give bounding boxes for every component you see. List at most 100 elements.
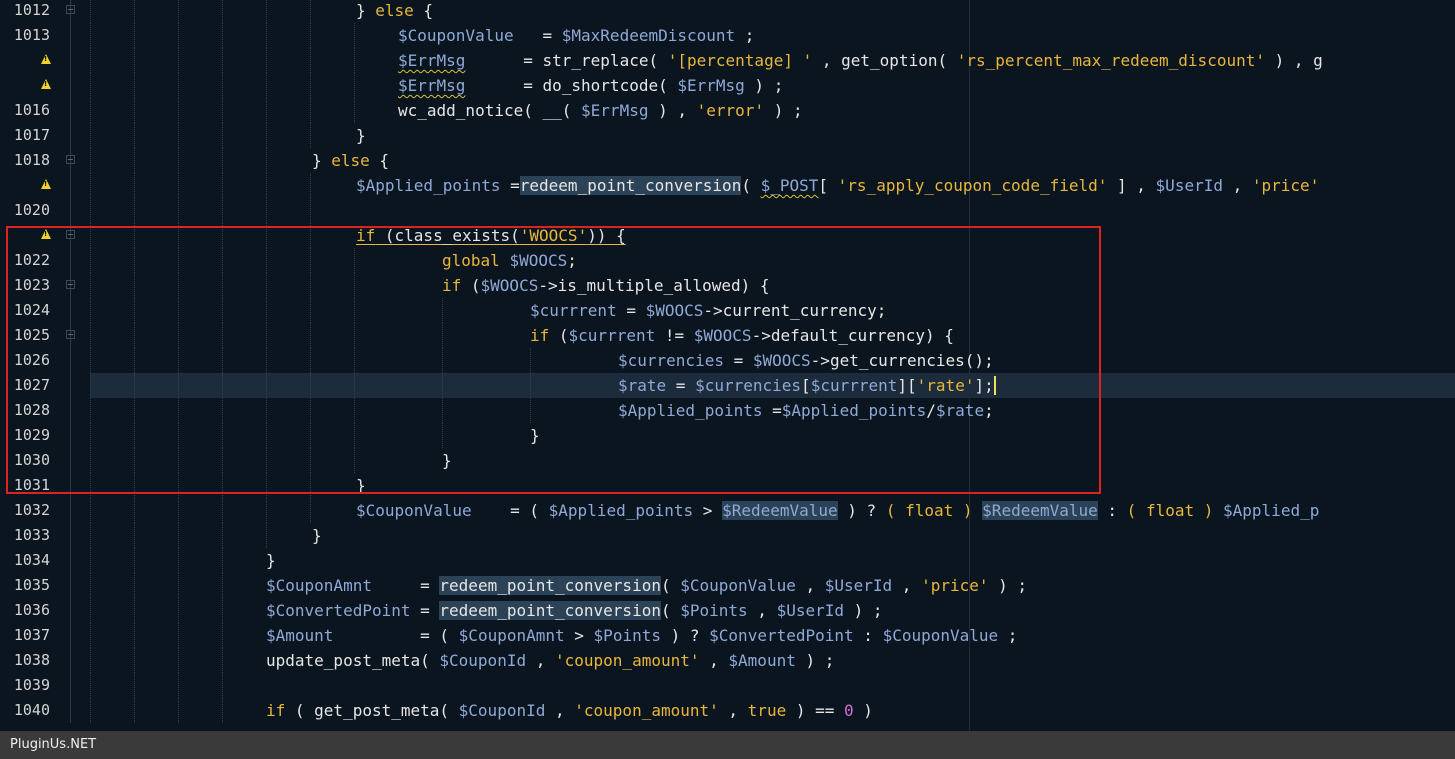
line-number[interactable]: 1024: [0, 298, 50, 323]
line-number[interactable]: 1022: [0, 248, 50, 273]
line-number[interactable]: 1028: [0, 398, 50, 423]
code-text[interactable]: $Applied_points =redeem_point_conversion…: [356, 173, 1319, 198]
fold-guide-line: [70, 348, 71, 373]
warning-icon[interactable]: [41, 79, 51, 89]
code-line[interactable]: 1024 $currrent = $WOOCS->current_currency…: [0, 298, 1455, 323]
code-editor[interactable]: 1012 } else { 1013 $CouponValue = $MaxRedee…: [0, 0, 1455, 731]
line-number[interactable]: 1038: [0, 648, 50, 673]
line-number[interactable]: 1037: [0, 623, 50, 648]
code-token: if: [530, 326, 550, 345]
code-text[interactable]: $ConvertedPoint = redeem_point_conversio…: [266, 598, 883, 623]
warning-icon[interactable]: [41, 229, 51, 239]
code-line[interactable]: 1020: [0, 198, 1455, 223]
indent-guide: [266, 123, 268, 148]
code-text[interactable]: }: [356, 123, 366, 148]
warning-icon[interactable]: [41, 179, 51, 189]
code-text[interactable]: }: [356, 473, 366, 498]
line-number[interactable]: 1031: [0, 473, 50, 498]
code-token: $ConvertedPoint: [709, 626, 854, 645]
code-line[interactable]: 1017}: [0, 123, 1455, 148]
indent-guide: [178, 198, 180, 223]
line-number[interactable]: 1036: [0, 598, 50, 623]
code-text[interactable]: $Amount = ( $CouponAmnt > $Points ) ? $C…: [266, 623, 1017, 648]
line-number[interactable]: 1026: [0, 348, 50, 373]
code-line[interactable]: 1038 update_post_meta( $CouponId , 'coupo…: [0, 648, 1455, 673]
indent-guide: [90, 598, 92, 623]
code-line[interactable]: 1022 global $WOOCS;: [0, 248, 1455, 273]
code-line[interactable]: 1030}: [0, 448, 1455, 473]
code-line[interactable]: if (class_exists('WOOCS')) {: [0, 223, 1455, 248]
code-text[interactable]: }: [312, 523, 322, 548]
line-number[interactable]: 1035: [0, 573, 50, 598]
fold-toggle-icon[interactable]: [66, 155, 75, 164]
code-line[interactable]: 1027 $rate = $currencies[$currrent]['rate…: [0, 373, 1455, 398]
line-number[interactable]: 1016: [0, 98, 50, 123]
code-line[interactable]: $ErrMsg = do_shortcode( $ErrMsg ) ;: [0, 73, 1455, 98]
code-text[interactable]: } else {: [312, 148, 389, 173]
code-text[interactable]: } else {: [356, 0, 433, 23]
code-text[interactable]: $CouponAmnt = redeem_point_conversion( $…: [266, 573, 1027, 598]
code-text[interactable]: global $WOOCS;: [442, 248, 577, 273]
code-text[interactable]: if ($WOOCS->is_multiple_allowed) {: [442, 273, 770, 298]
code-line[interactable]: 1033}: [0, 523, 1455, 548]
code-line[interactable]: 1016 wc_add_notice( __( $ErrMsg ) , 'erro…: [0, 98, 1455, 123]
code-line[interactable]: 1040 if ( get_post_meta( $CouponId , 'cou…: [0, 698, 1455, 723]
code-line[interactable]: 1028 $Applied_points =$Applied_points/$ra…: [0, 398, 1455, 423]
code-text[interactable]: $CouponValue = $MaxRedeemDiscount ;: [398, 23, 754, 48]
code-line[interactable]: 1018 } else {: [0, 148, 1455, 173]
code-text[interactable]: if (class_exists('WOOCS')) {: [356, 223, 626, 248]
fold-toggle-icon[interactable]: [66, 280, 75, 289]
code-line[interactable]: 1023 if ($WOOCS->is_multiple_allowed) {: [0, 273, 1455, 298]
line-number[interactable]: 1039: [0, 673, 50, 698]
code-line[interactable]: 1036 $ConvertedPoint = redeem_point_conve…: [0, 598, 1455, 623]
fold-toggle-icon[interactable]: [66, 5, 75, 14]
fold-toggle-icon[interactable]: [66, 230, 75, 239]
code-text[interactable]: }: [530, 423, 540, 448]
code-line[interactable]: 1032 $CouponValue = ( $Applied_points > $…: [0, 498, 1455, 523]
line-number[interactable]: 1027: [0, 373, 50, 398]
code-text[interactable]: if ( get_post_meta( $CouponId , 'coupon_…: [266, 698, 873, 723]
code-line[interactable]: 1012 } else {: [0, 0, 1455, 23]
line-number[interactable]: 1025: [0, 323, 50, 348]
line-number[interactable]: 1034: [0, 548, 50, 573]
line-number[interactable]: 1032: [0, 498, 50, 523]
line-number[interactable]: 1023: [0, 273, 50, 298]
code-text[interactable]: if ($currrent != $WOOCS->default_currenc…: [530, 323, 954, 348]
code-text[interactable]: $Applied_points =$Applied_points/$rate;: [618, 398, 994, 423]
code-text[interactable]: wc_add_notice( __( $ErrMsg ) , 'error' )…: [398, 98, 803, 123]
code-token: ,: [718, 701, 748, 720]
code-text[interactable]: update_post_meta( $CouponId , 'coupon_am…: [266, 648, 834, 673]
code-line[interactable]: 1026 $currencies = $WOOCS->get_currencies…: [0, 348, 1455, 373]
line-number[interactable]: 1012: [0, 0, 50, 23]
line-number[interactable]: 1029: [0, 423, 50, 448]
code-text[interactable]: $ErrMsg = str_replace( '[percentage] ' ,…: [398, 48, 1323, 73]
line-number[interactable]: 1018: [0, 148, 50, 173]
code-line[interactable]: 1025 if ($currrent != $WOOCS->default_cur…: [0, 323, 1455, 348]
code-text[interactable]: $rate = $currencies[$currrent]['rate'];: [618, 373, 996, 398]
line-number[interactable]: 1020: [0, 198, 50, 223]
indent-guide: [134, 548, 136, 573]
fold-toggle-icon[interactable]: [66, 330, 75, 339]
line-number[interactable]: 1033: [0, 523, 50, 548]
line-number[interactable]: 1030: [0, 448, 50, 473]
code-line[interactable]: 1013 $CouponValue = $MaxRedeemDiscount ;: [0, 23, 1455, 48]
code-line[interactable]: $Applied_points =redeem_point_conversion…: [0, 173, 1455, 198]
code-line[interactable]: $ErrMsg = str_replace( '[percentage] ' ,…: [0, 48, 1455, 73]
code-line[interactable]: 1031}: [0, 473, 1455, 498]
code-text[interactable]: $currencies = $WOOCS->get_currencies();: [618, 348, 994, 373]
code-line[interactable]: 1029}: [0, 423, 1455, 448]
code-line[interactable]: 1034}: [0, 548, 1455, 573]
code-line[interactable]: 1039: [0, 673, 1455, 698]
code-line[interactable]: 1037 $Amount = ( $CouponAmnt > $Points ) …: [0, 623, 1455, 648]
line-number[interactable]: 1040: [0, 698, 50, 723]
code-text[interactable]: $CouponValue = ( $Applied_points > $Rede…: [356, 498, 1319, 523]
code-text[interactable]: $currrent = $WOOCS->current_currency;: [530, 298, 886, 323]
code-text[interactable]: $ErrMsg = do_shortcode( $ErrMsg ) ;: [398, 73, 783, 98]
line-number[interactable]: 1017: [0, 123, 50, 148]
code-line[interactable]: 1035 $CouponAmnt = redeem_point_conversio…: [0, 573, 1455, 598]
warning-icon[interactable]: [41, 54, 51, 64]
line-number[interactable]: 1013: [0, 23, 50, 48]
code-text[interactable]: }: [266, 548, 276, 573]
code-text[interactable]: }: [442, 448, 452, 473]
